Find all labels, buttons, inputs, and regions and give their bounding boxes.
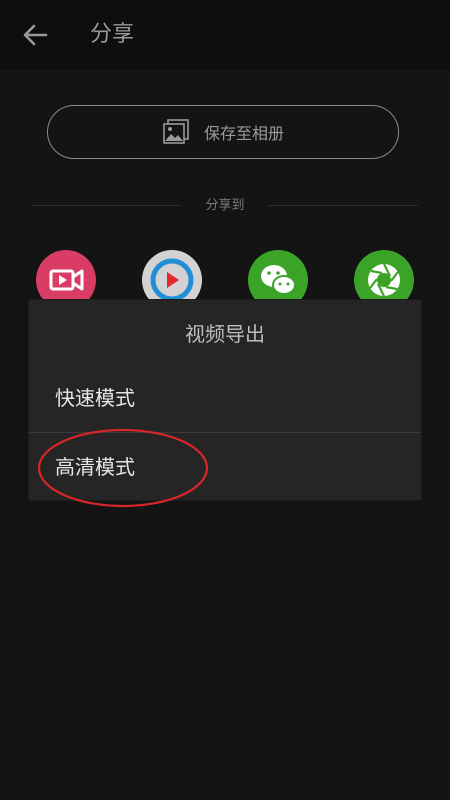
fast-mode-option[interactable]: 快速模式 <box>29 364 421 432</box>
save-to-album-label: 保存至相册 <box>203 124 284 143</box>
share-to-divider: 分享到 <box>32 196 418 216</box>
top-bar: 分享 <box>0 0 450 70</box>
back-button[interactable] <box>18 20 52 50</box>
photo-album-icon <box>163 119 189 144</box>
save-to-album-button[interactable]: 保存至相册 <box>47 105 399 159</box>
dialog-title: 视频导出 <box>185 322 265 346</box>
hd-mode-option[interactable]: 高清模式 <box>29 432 421 500</box>
arrow-left-icon <box>23 24 48 46</box>
video-export-dialog: 视频导出 快速模式 高清模式 <box>29 300 421 500</box>
divider-line-right <box>268 205 418 206</box>
share-screen: 分享 保存至相册 分享到 视频导出 快速模式 高清模式 <box>0 0 450 800</box>
page-title: 分享 <box>90 22 135 47</box>
share-to-label: 分享到 <box>205 198 245 213</box>
